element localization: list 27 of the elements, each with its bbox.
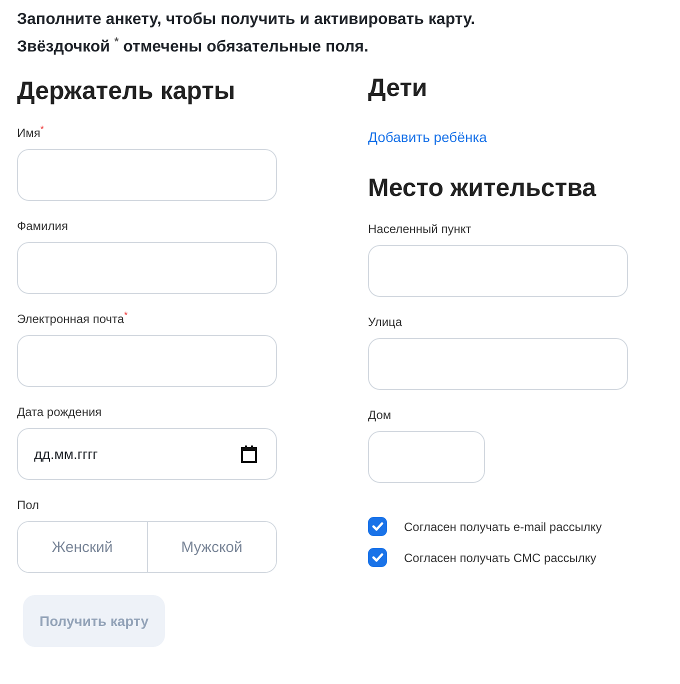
- input-field[interactable]: [368, 245, 628, 298]
- input-field[interactable]: [17, 242, 277, 294]
- field-label: Пол: [17, 498, 40, 512]
- input-field[interactable]: [17, 149, 277, 202]
- date-field[interactable]: дд.мм.гггг: [17, 428, 277, 480]
- intro-text: Звёздочкой $^{*}$ отмечены обязательные поля.: [17, 35, 370, 58]
- field-label: Улица: [368, 315, 404, 330]
- add-child-link[interactable]: Добавить ребёнка: [368, 129, 487, 146]
- section-title: Держатель карты: [17, 76, 236, 106]
- calendar-icon[interactable]: [241, 445, 257, 464]
- field-label: Населенный пункт: [368, 222, 472, 236]
- checkbox[interactable]: [368, 517, 387, 536]
- checkbox-label: Согласен получать e-mail рассылку: [404, 520, 602, 534]
- intro-text: Заполните анкету, чтобы получить и активировать карту.: [17, 10, 476, 30]
- section-title: Место жительства: [368, 173, 598, 204]
- field-label: Электронная почта$^{*}$: [17, 312, 129, 326]
- field-label: Дом: [368, 408, 392, 422]
- gender-option[interactable]: Мужской: [146, 522, 276, 572]
- input-field[interactable]: [17, 335, 277, 388]
- checkbox[interactable]: [368, 548, 387, 568]
- checkbox-label: Согласен получать СМС рассылку: [404, 550, 596, 565]
- input-field[interactable]: [368, 431, 485, 484]
- section-title: Дети: [368, 73, 428, 104]
- field-label: Дата рождения: [17, 405, 103, 420]
- field-label: Имя$^{*}$: [17, 126, 45, 140]
- field-label: Фамилия: [17, 219, 69, 234]
- input-field[interactable]: [368, 338, 628, 390]
